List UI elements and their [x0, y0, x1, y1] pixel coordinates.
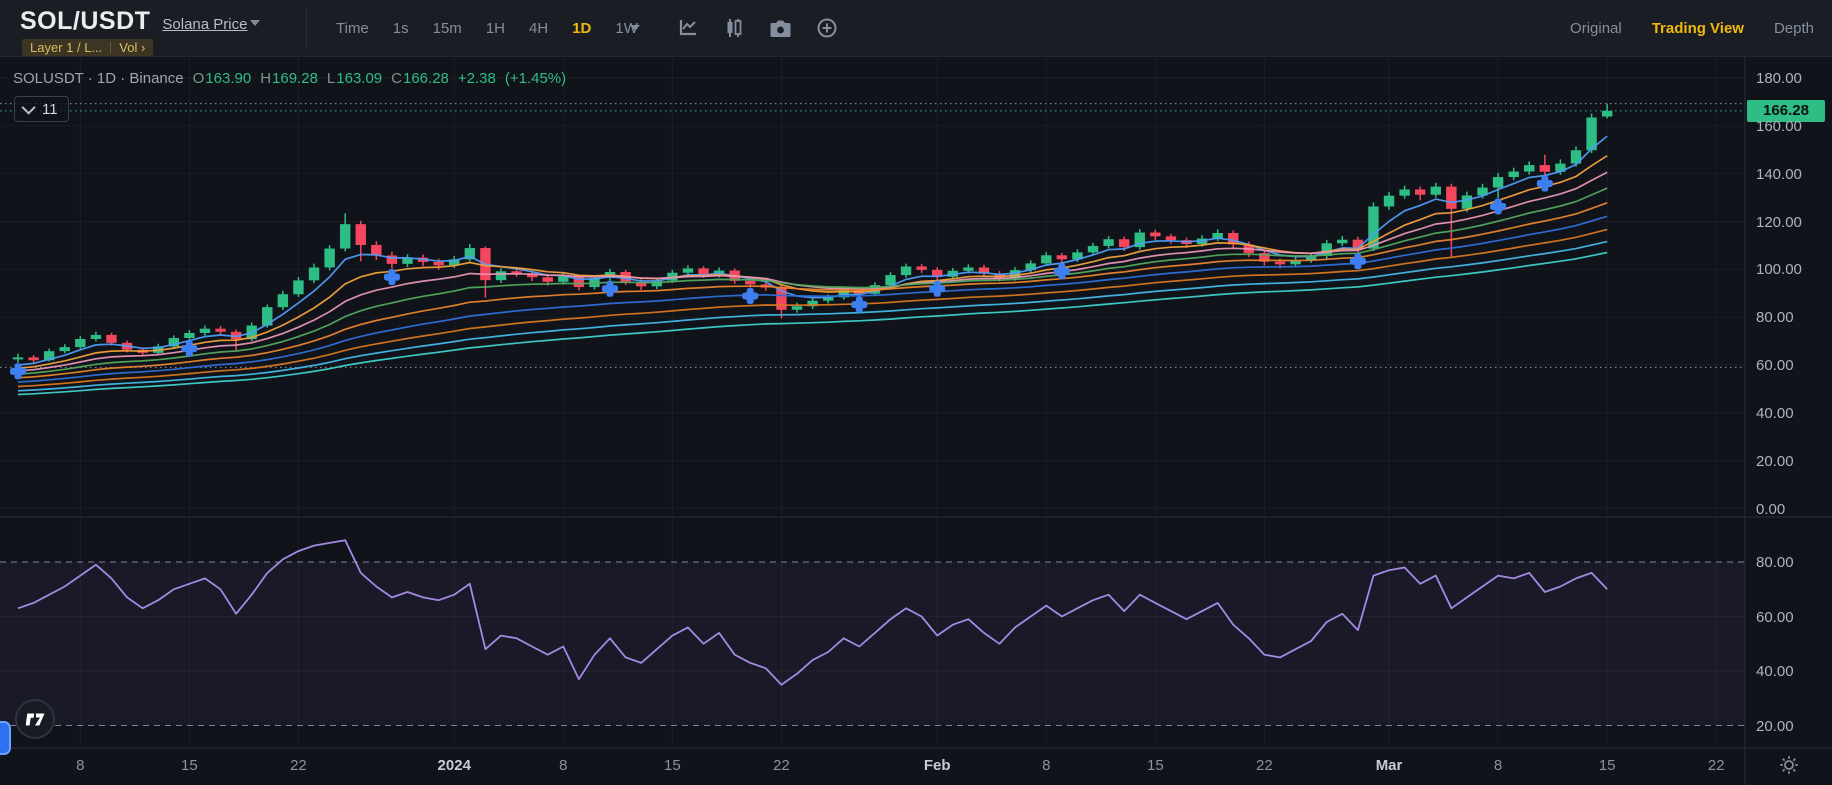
symbol-block: SOL/USDT Solana Price: [20, 7, 247, 36]
legend-close: C166.28: [391, 70, 449, 87]
header-bar: SOL/USDT Solana Price Layer 1 / L... Vol…: [0, 0, 1832, 57]
time-tick-label: 22: [290, 757, 307, 774]
time-tick-label: 15: [181, 757, 198, 774]
price-tick-label: 60.00: [1756, 357, 1794, 374]
symbol-subtitle-link[interactable]: Solana Price: [162, 16, 247, 33]
interval-button-1w[interactable]: 1W: [603, 20, 650, 37]
tag-divider: [110, 42, 111, 53]
time-tick-label: 8: [1494, 757, 1502, 774]
time-tick-label: 8: [76, 757, 84, 774]
time-axis[interactable]: 8 15 22 2024 8 15 22 Feb 8 15 22 Mar 8 15 22: [0, 748, 1745, 785]
time-tick-label: 15: [1599, 757, 1616, 774]
line-chart-icon[interactable]: [678, 18, 698, 38]
settings-gear-icon[interactable]: [1779, 755, 1799, 775]
interval-button-1h[interactable]: 1H: [474, 20, 517, 37]
view-tabs: Original Trading View Depth: [1570, 0, 1814, 56]
view-tab-original[interactable]: Original: [1570, 20, 1622, 37]
time-tick-label: 8: [559, 757, 567, 774]
legend-low: L163.09: [327, 70, 382, 87]
rsi-tick-label: 40.00: [1756, 663, 1794, 680]
tradingview-logo[interactable]: [15, 699, 55, 739]
interval-button-1s[interactable]: 1s: [381, 20, 421, 37]
price-tick-label: 40.00: [1756, 405, 1794, 422]
tradingview-logo-glyph: [26, 713, 45, 726]
time-tick-label: 15: [1147, 757, 1164, 774]
time-tick-label: 22: [1708, 757, 1725, 774]
symbol-title: SOL/USDT: [20, 7, 150, 36]
chart-legend: SOLUSDT · 1D · Binance O163.90 H169.28 L…: [13, 70, 566, 87]
rsi-tick-label: 60.00: [1756, 609, 1794, 626]
legend-high: H169.28: [260, 70, 318, 87]
camera-icon[interactable]: [770, 19, 791, 38]
symbol-dropdown-caret-icon[interactable]: [250, 20, 260, 26]
candlestick-icon[interactable]: [724, 18, 744, 38]
time-tick-label: Mar: [1376, 757, 1403, 774]
trading-app: SOL/USDT Solana Price Layer 1 / L... Vol…: [0, 0, 1832, 785]
candlestick-series: [13, 104, 1613, 363]
chart-toolbar: [678, 0, 837, 56]
rsi-tick-label: 20.00: [1756, 718, 1794, 735]
rsi-tick-label: 80.00: [1756, 554, 1794, 571]
price-tick-label: 180.00: [1756, 70, 1802, 87]
interval-button-4h[interactable]: 4H: [517, 20, 560, 37]
time-tick-label: Feb: [924, 757, 951, 774]
price-tick-label: 80.00: [1756, 309, 1794, 326]
interval-label[interactable]: Time: [322, 20, 381, 37]
price-tick-label: 120.00: [1756, 214, 1802, 231]
time-tick-label: 8: [1042, 757, 1050, 774]
symbol-tags[interactable]: Layer 1 / L... Vol ›: [22, 39, 153, 56]
legend-title: SOLUSDT · 1D · Binance: [13, 70, 184, 87]
price-tick-label: 20.00: [1756, 453, 1794, 470]
moving-average-lines: [18, 136, 1607, 394]
time-tick-label: 22: [1256, 757, 1273, 774]
interval-button-15m[interactable]: 15m: [421, 20, 474, 37]
chevron-down-icon: [22, 101, 36, 115]
header-divider: [306, 10, 307, 46]
time-tick-label: 22: [773, 757, 790, 774]
view-tab-trading-view[interactable]: Trading View: [1652, 20, 1744, 37]
indicators-collapse-button[interactable]: 11: [14, 96, 69, 122]
chevron-right-icon: ›: [141, 40, 145, 55]
time-tick-label: 2024: [438, 757, 471, 774]
legend-change: +2.38: [458, 70, 496, 87]
price-axis[interactable]: 166.28 180.00160.00140.00120.00100.0080.…: [1745, 56, 1832, 748]
time-tick-label: 15: [664, 757, 681, 774]
legend-change-pct: (+1.45%): [505, 70, 566, 87]
interval-button-1d[interactable]: 1D: [560, 20, 603, 37]
view-tab-depth[interactable]: Depth: [1774, 20, 1814, 37]
vol-tag[interactable]: Vol ›: [119, 40, 145, 55]
category-tag[interactable]: Layer 1 / L...: [30, 40, 102, 55]
add-indicator-icon[interactable]: [817, 18, 837, 38]
drawing-toolbar-handle[interactable]: [0, 721, 11, 755]
price-tick-label: 100.00: [1756, 261, 1802, 278]
price-tick-label: 140.00: [1756, 166, 1802, 183]
price-tick-label: 160.00: [1756, 118, 1802, 135]
price-tick-label: 0.00: [1756, 501, 1785, 518]
interval-dropdown-caret-icon[interactable]: [630, 25, 640, 31]
indicators-count: 11: [42, 101, 58, 118]
chart-canvas[interactable]: [0, 56, 1832, 785]
interval-selector: Time 1s15m1H4H1D1W: [322, 0, 650, 56]
legend-open: O163.90: [193, 70, 252, 87]
